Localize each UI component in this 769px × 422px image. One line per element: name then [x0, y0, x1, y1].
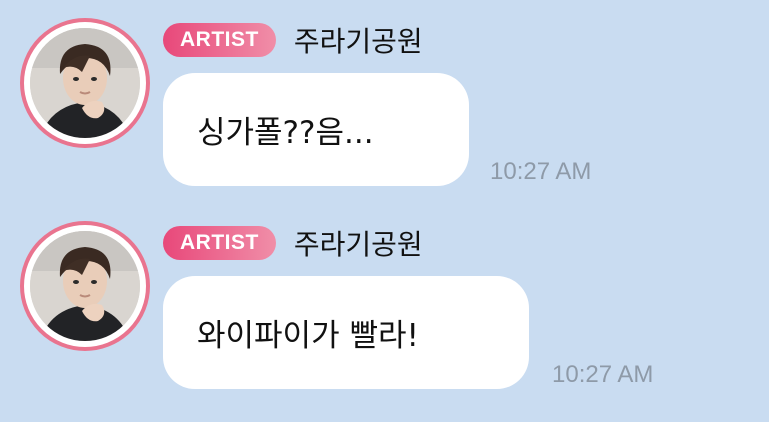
sender-name[interactable]: 주라기공원	[294, 223, 423, 263]
profile-photo	[30, 28, 140, 138]
message-bubble[interactable]: 싱가폴??음...	[163, 73, 469, 186]
sender-name[interactable]: 주라기공원	[294, 20, 423, 60]
message-bubble[interactable]: 와이파이가 빨라!	[163, 276, 529, 389]
message-text: 와이파이가 빨라!	[197, 318, 419, 354]
message-time: 10:27 AM	[490, 158, 592, 185]
message-header: ARTIST 주라기공원	[163, 223, 423, 263]
artist-badge: ARTIST	[163, 23, 276, 57]
message-header: ARTIST 주라기공원	[163, 20, 423, 60]
chat-message-1: ARTIST 주라기공원 싱가폴??음... 10:27 AM	[0, 18, 769, 193]
avatar[interactable]	[20, 221, 150, 351]
avatar[interactable]	[20, 18, 150, 148]
message-text: 싱가폴??음...	[197, 115, 374, 151]
message-time: 10:27 AM	[552, 361, 654, 388]
profile-photo	[30, 231, 140, 341]
artist-badge: ARTIST	[163, 226, 276, 260]
chat-message-2: ARTIST 주라기공원 와이파이가 빨라! 10:27 AM	[0, 221, 769, 396]
